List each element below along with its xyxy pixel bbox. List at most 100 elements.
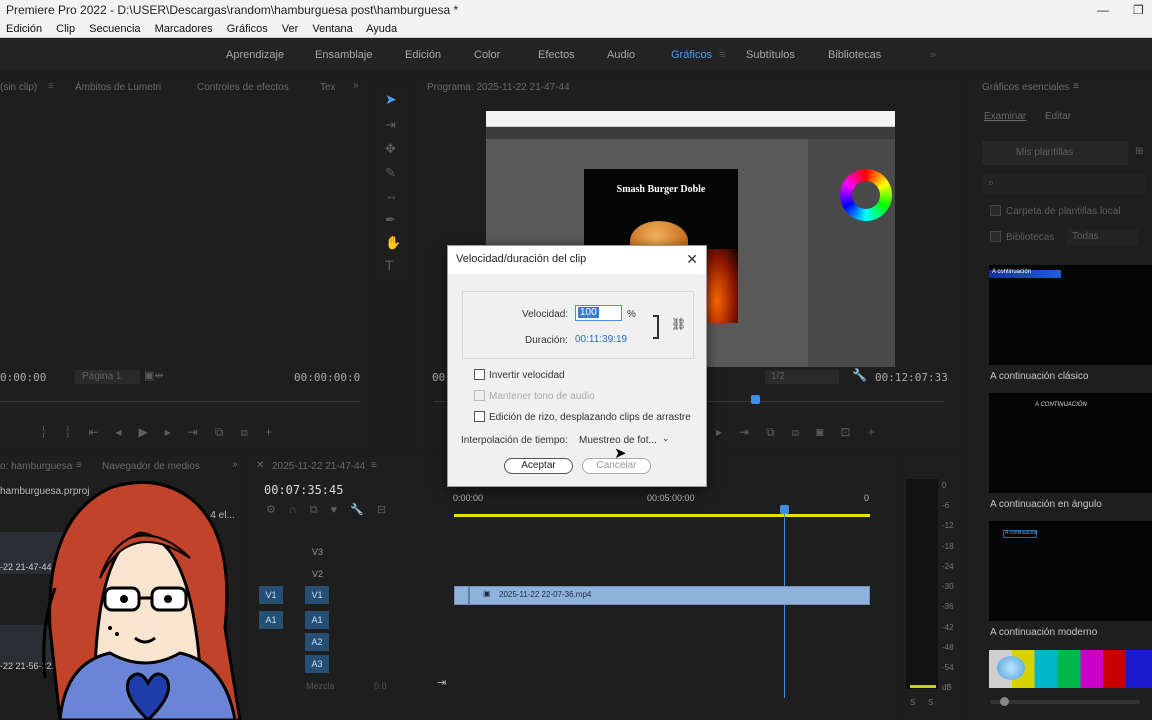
source-panel: (sin clip) ≡ Ámbitos de Lumetri Controle… [0, 75, 367, 450]
timeline-tools[interactable]: ⚙∩⧉♥🔧⊟ [266, 503, 466, 517]
link-icon[interactable]: ⛓ [671, 317, 686, 331]
template-label-modern: A continuación moderno [990, 627, 1098, 638]
video-clip[interactable]: ▣ 2025-11-22 22-07-36.mp4 [454, 586, 870, 605]
menu-ventana[interactable]: Ventana [312, 23, 352, 35]
mix-label: Mezcla [306, 681, 335, 691]
program-playhead[interactable] [751, 395, 760, 404]
local-templates-checkbox[interactable] [990, 205, 1001, 216]
restore-icon[interactable]: ❐ [1133, 0, 1144, 20]
track-v1-target[interactable]: V1 [305, 586, 329, 604]
tab-browse[interactable]: Examinar [984, 111, 1026, 122]
workspace-efectos[interactable]: Efectos [538, 49, 575, 61]
solo-left-button[interactable]: S [910, 698, 915, 707]
track-a1-target[interactable]: A1 [305, 611, 329, 629]
source-settings-icon[interactable]: ▣⇹ [144, 369, 164, 382]
my-templates-button[interactable]: Mis plantillas [982, 141, 1128, 165]
library-panel-icon[interactable]: ⊞ [1135, 146, 1143, 157]
minimize-icon[interactable]: — [1097, 0, 1109, 20]
workspace-graficos[interactable]: Gráficos [671, 49, 712, 61]
mix-go-to-end-icon[interactable]: ⇥ [437, 676, 446, 689]
workspace-aprendizaje[interactable]: Aprendizaje [226, 49, 284, 61]
source-zoom-select[interactable]: Página 1 [74, 370, 140, 384]
type-tool-icon[interactable]: T [385, 257, 394, 273]
source-tab-menu-icon[interactable]: ≡ [48, 81, 54, 92]
tab-effect-controls[interactable]: Controles de efectos [197, 82, 289, 93]
workspace-edicion[interactable]: Edición [405, 49, 441, 61]
essential-graphics-menu-icon[interactable]: ≡ [1073, 81, 1079, 92]
duration-value[interactable]: 00:11:39:19 [575, 334, 627, 345]
menu-graficos[interactable]: Gráficos [227, 23, 268, 35]
menu-clip[interactable]: Clip [56, 23, 75, 35]
menu-ver[interactable]: Ver [282, 23, 299, 35]
timeline-playhead-handle[interactable] [780, 505, 789, 514]
track-v2-label[interactable]: V2 [312, 569, 323, 579]
razor-tool-icon[interactable]: ✎ [385, 165, 396, 181]
hand-tool-icon[interactable]: ✋ [385, 235, 401, 251]
track-a2-target[interactable]: A2 [305, 633, 329, 651]
ripple-edit-label: Edición de rizo, desplazando clips de ar… [489, 412, 691, 423]
clip-name: 2025-11-22 22-07-36.mp4 [499, 590, 592, 599]
wrench-icon[interactable]: 🔧 [852, 368, 867, 382]
more-tabs-icon[interactable]: » [353, 80, 359, 91]
menu-ayuda[interactable]: Ayuda [366, 23, 397, 35]
tab-project[interactable]: o: hamburguesa [0, 461, 72, 472]
workspace-ensamblaje[interactable]: Ensamblaje [315, 49, 372, 61]
selection-tool-icon[interactable]: ➤ [385, 91, 397, 108]
mix-value[interactable]: 0.0 [374, 681, 387, 691]
program-transport-controls[interactable]: ▸⇥⧉⧈◙⊡+ [716, 425, 956, 440]
workspace-audio[interactable]: Audio [607, 49, 635, 61]
pen-tool-icon[interactable]: ✒ [385, 212, 396, 228]
project-more-tabs-icon[interactable]: » [232, 459, 238, 470]
menu-marcadores[interactable]: Marcadores [155, 23, 213, 35]
close-icon[interactable]: ✕ [686, 251, 698, 268]
speed-value: 100 [578, 307, 599, 318]
workspace-bibliotecas[interactable]: Bibliotecas [828, 49, 881, 61]
tab-text[interactable]: Tex [320, 82, 336, 93]
frame-toolbar [486, 127, 895, 139]
close-sequence-icon[interactable]: ✕ [256, 460, 264, 471]
ok-button[interactable]: Aceptar [504, 458, 573, 474]
sequence-tab[interactable]: 2025-11-22 21-47-44 [272, 461, 365, 472]
menu-secuencia[interactable]: Secuencia [89, 23, 140, 35]
program-fit-select[interactable]: 1/2 [765, 370, 839, 384]
menu-bar: Edición Clip Secuencia Marcadores Gráfic… [0, 20, 1152, 38]
template-thumb-modern[interactable]: A continuación [989, 521, 1152, 621]
libraries-filter-value: Todas [1072, 231, 1099, 242]
tab-lumetri-scopes[interactable]: Ámbitos de Lumetri [75, 82, 161, 93]
project-tab-menu-icon[interactable]: ≡ [76, 460, 82, 471]
workspace-menu-icon[interactable]: ≡ [719, 49, 725, 61]
thumbnail-size-handle[interactable] [1000, 697, 1009, 706]
tab-source[interactable]: (sin clip) [0, 82, 37, 93]
ripple-tool-icon[interactable]: ✥ [385, 141, 396, 157]
track-a3-target[interactable]: A3 [305, 655, 329, 673]
speed-input[interactable]: 100 [575, 305, 622, 321]
avatar [42, 480, 242, 720]
solo-right-button[interactable]: S [928, 698, 933, 707]
thumbnail-size-slider[interactable] [990, 697, 1140, 706]
sequence-tab-menu-icon[interactable]: ≡ [371, 460, 377, 471]
source-ruler[interactable] [0, 401, 360, 402]
maintain-pitch-checkbox[interactable] [474, 390, 485, 401]
ripple-edit-checkbox[interactable] [474, 411, 485, 422]
libraries-filter-select[interactable]: Todas [1066, 229, 1138, 245]
track-select-tool-icon[interactable]: ⇥ [385, 117, 396, 133]
template-thumb-angle[interactable]: A CONTINUACIÓN [989, 393, 1152, 493]
source-transport-controls[interactable]: ╎╎⇤◂▶▸⇥⧉⧈+ [40, 425, 360, 440]
menu-edicion[interactable]: Edición [6, 23, 42, 35]
tab-media-browser[interactable]: Navegador de medios [102, 461, 200, 472]
template-thumb-bars[interactable] [989, 650, 1152, 688]
template-thumb-classic[interactable]: A continuación [989, 265, 1152, 365]
track-v3-label[interactable]: V3 [312, 547, 323, 557]
more-workspaces-icon[interactable]: » [930, 49, 936, 61]
timeline-timecode[interactable]: 00:07:35:45 [264, 483, 343, 497]
slip-tool-icon[interactable]: ↔ [385, 188, 398, 203]
templates-search-input[interactable]: ⌕ [982, 174, 1145, 194]
work-area-bar[interactable] [454, 514, 870, 517]
reverse-speed-checkbox[interactable] [474, 369, 485, 380]
workspace-subtitulos[interactable]: Subtítulos [746, 49, 795, 61]
workspace-color[interactable]: Color [474, 49, 500, 61]
source-patch-a1[interactable]: A1 [259, 611, 283, 629]
libraries-checkbox[interactable] [990, 231, 1001, 242]
tab-edit[interactable]: Editar [1045, 111, 1071, 122]
source-patch-v1[interactable]: V1 [259, 586, 283, 604]
